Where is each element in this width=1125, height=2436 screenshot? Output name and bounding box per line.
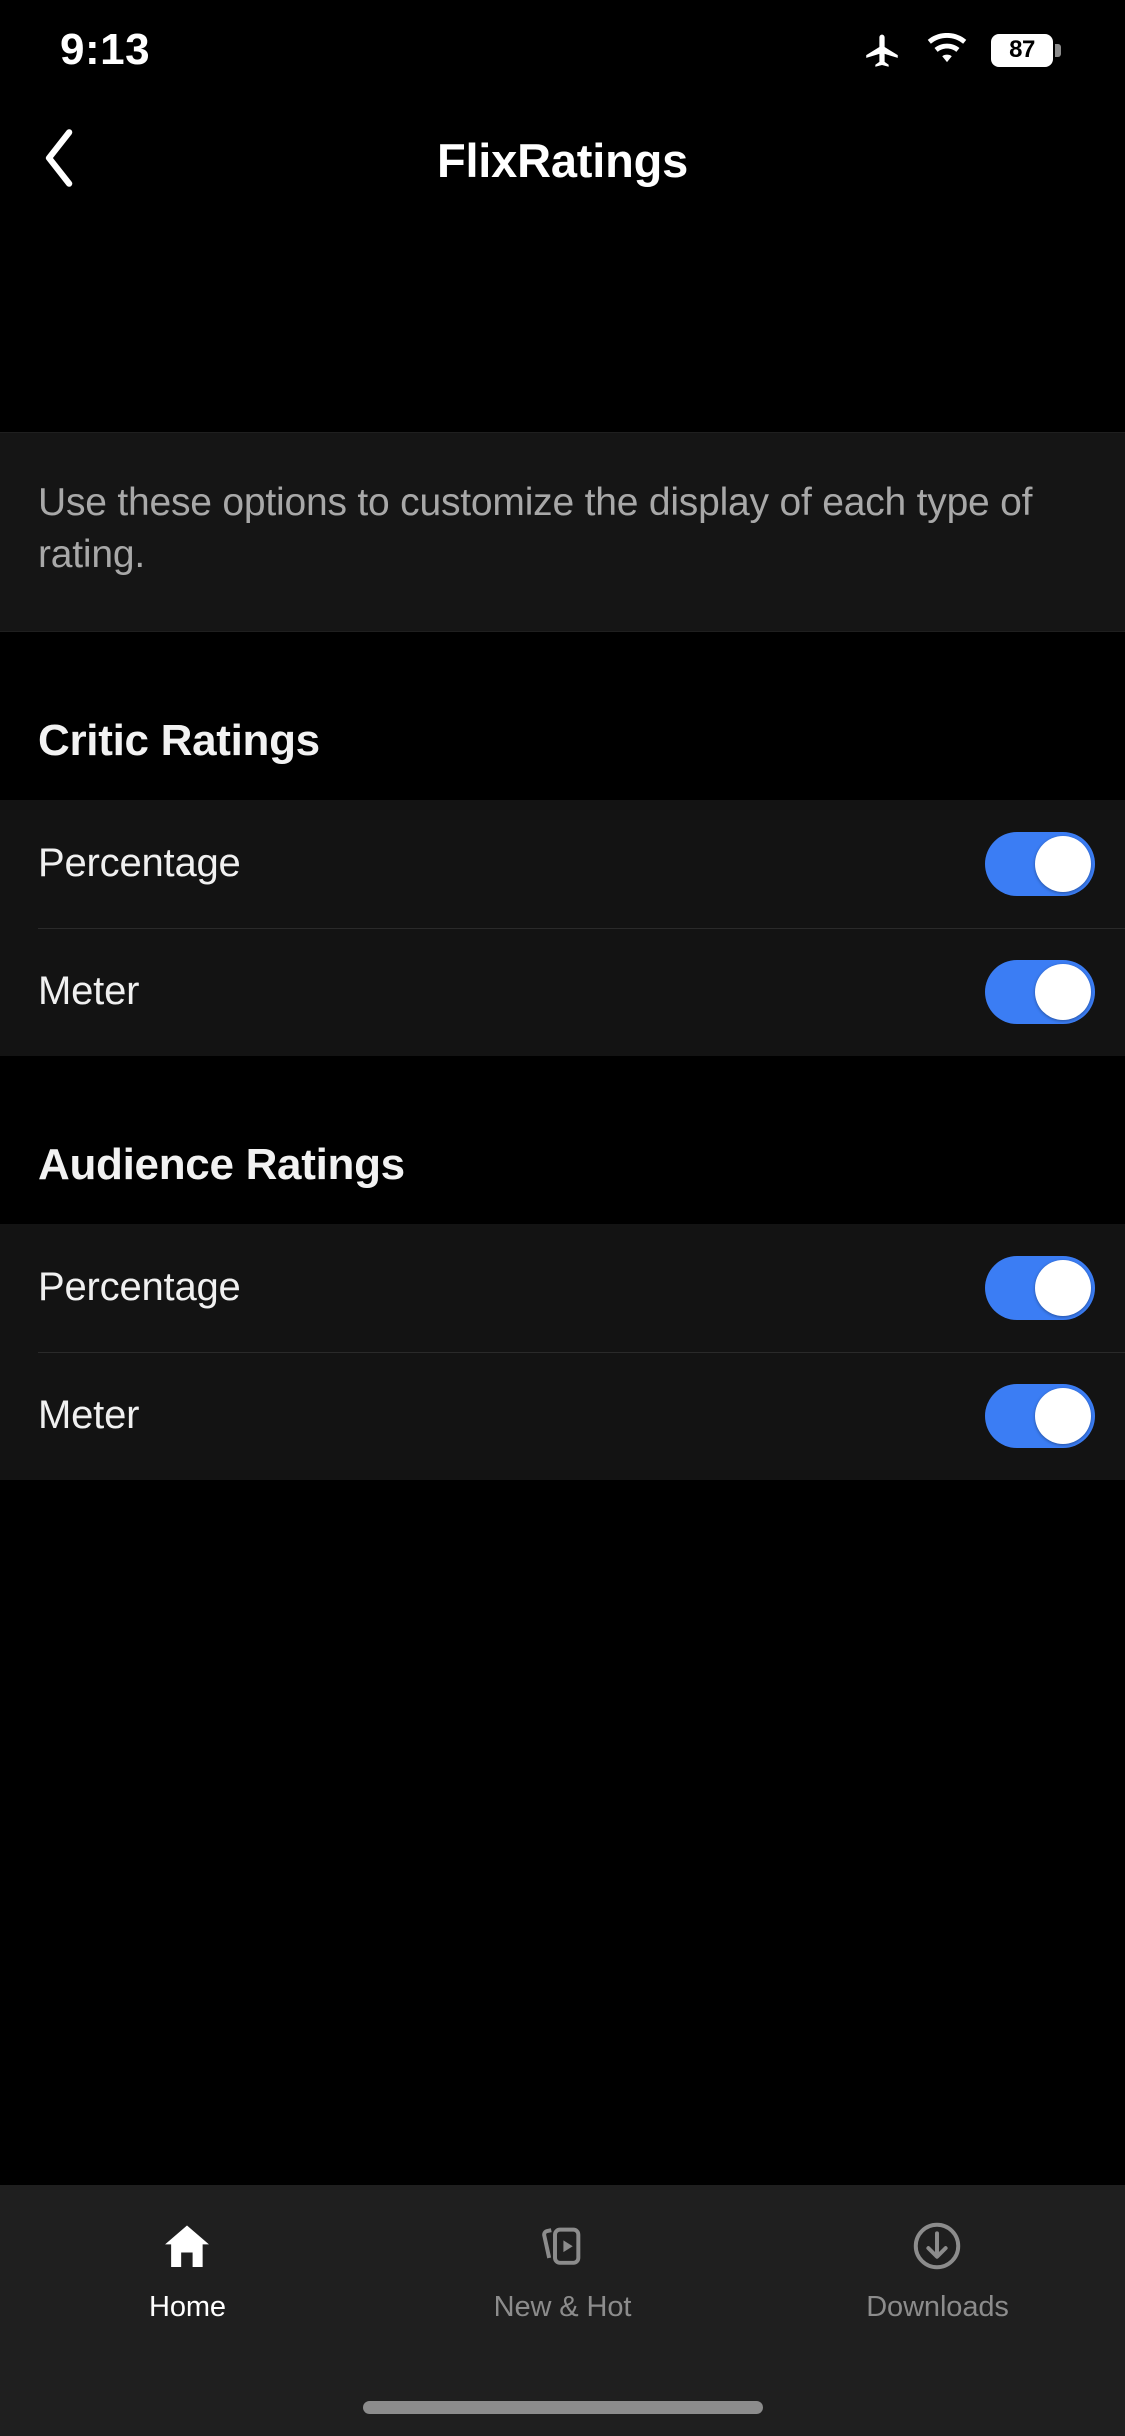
- tab-label-downloads: Downloads: [866, 2291, 1009, 2323]
- toggle-audience-meter[interactable]: [985, 1383, 1095, 1448]
- tab-downloads[interactable]: Downloads: [750, 2215, 1125, 2324]
- settings-content: Use these options to customize the displ…: [0, 220, 1125, 2185]
- toggle-audience-percentage[interactable]: [985, 1255, 1095, 1320]
- setting-row-critic-meter[interactable]: Meter: [0, 927, 1125, 1056]
- setting-row-critic-percentage[interactable]: Percentage: [0, 800, 1125, 928]
- battery-indicator: 87: [991, 33, 1061, 67]
- setting-label: Percentage: [38, 1265, 241, 1310]
- tab-home[interactable]: Home: [0, 2215, 375, 2324]
- battery-cap-icon: [1055, 43, 1061, 57]
- toggle-knob: [1035, 1259, 1091, 1316]
- new-and-hot-icon: [534, 2215, 590, 2277]
- critic-ratings-panel: Percentage Meter: [0, 799, 1125, 1056]
- section-title-critic-ratings: Critic Ratings: [0, 631, 1125, 800]
- section-title-audience-ratings: Audience Ratings: [0, 1055, 1125, 1224]
- home-icon: [159, 2215, 215, 2277]
- wifi-icon: [925, 33, 969, 67]
- description-panel: Use these options to customize the displ…: [0, 432, 1125, 632]
- status-bar-time: 9:13: [60, 25, 151, 74]
- description-text: Use these options to customize the displ…: [38, 481, 1033, 576]
- toggle-critic-percentage[interactable]: [985, 831, 1095, 896]
- audience-ratings-panel: Percentage Meter: [0, 1223, 1125, 1480]
- toggle-critic-meter[interactable]: [985, 959, 1095, 1024]
- download-circle-icon: [909, 2215, 965, 2277]
- status-bar-indicators: 87: [861, 29, 1061, 71]
- home-indicator[interactable]: [362, 2401, 763, 2414]
- setting-label: Meter: [38, 1393, 140, 1438]
- navigation-header: FlixRatings: [0, 100, 1125, 220]
- tab-label-new-and-hot: New & Hot: [493, 2291, 632, 2323]
- setting-label: Percentage: [38, 841, 241, 886]
- status-bar: 9:13 87: [0, 0, 1125, 100]
- bottom-tab-bar: Home New & Hot Downloads: [0, 2185, 1125, 2436]
- airplane-mode-icon: [861, 29, 903, 71]
- tab-new-and-hot[interactable]: New & Hot: [375, 2215, 750, 2324]
- toggle-knob: [1035, 963, 1091, 1020]
- setting-label: Meter: [38, 969, 140, 1014]
- setting-row-audience-meter[interactable]: Meter: [0, 1351, 1125, 1480]
- battery-level-text: 87: [1009, 36, 1035, 63]
- toggle-knob: [1035, 835, 1091, 892]
- toggle-knob: [1035, 1387, 1091, 1444]
- page-title: FlixRatings: [436, 133, 689, 187]
- tab-label-home: Home: [149, 2291, 226, 2323]
- setting-row-audience-percentage[interactable]: Percentage: [0, 1224, 1125, 1352]
